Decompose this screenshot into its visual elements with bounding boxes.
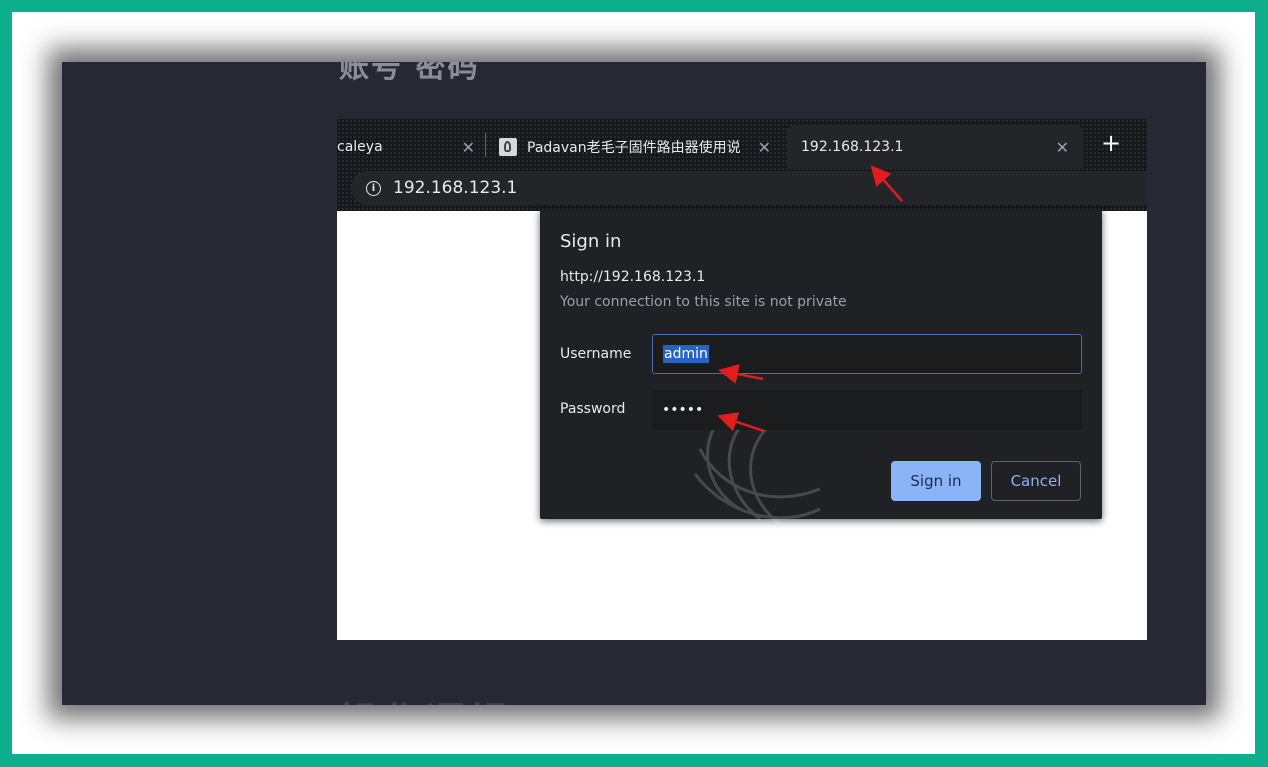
browser-screenshot: caleya ✕ Padavan老毛子固件路由器使用说 ✕ 192.168.12… [337,119,1147,640]
annotation-arrows [717,165,903,433]
arrow-to-active-tab [870,165,903,202]
article-section-heading: 操作逻辑 [339,690,511,705]
arrow-to-username [718,364,764,384]
article-top-heading-partial: 账号 密码 [339,62,480,85]
screenshot-frame: 账号 密码 caleya ✕ Padavan老毛子固件路由器使用说 ✕ 192.… [12,12,1255,754]
arrow-to-password [717,412,765,433]
article-panel: 账号 密码 caleya ✕ Padavan老毛子固件路由器使用说 ✕ 192.… [62,62,1206,705]
